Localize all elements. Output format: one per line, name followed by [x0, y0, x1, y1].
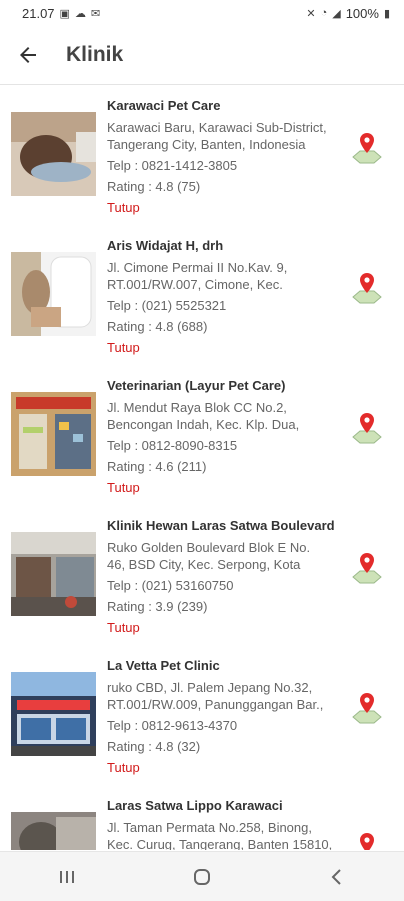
clinic-info: La Vetta Pet Clinic ruko CBD, Jl. Palem …	[107, 657, 347, 776]
clinic-rating: Rating : 4.8 (688)	[107, 319, 208, 334]
clinic-info: Klinik Hewan Laras Satwa Boulevard Ruko …	[107, 517, 347, 636]
map-pin-button[interactable]	[350, 551, 384, 585]
map-pin-icon	[360, 833, 374, 850]
clinic-address: Jl. Mendut Raya Blok CC No.2, Bencongan …	[107, 400, 300, 432]
clinic-status: Tutup	[107, 340, 140, 355]
clinic-rating: Rating : 3.9 (239)	[107, 599, 208, 614]
wifi-icon: ◔	[320, 7, 328, 19]
map-pin-icon	[352, 693, 382, 724]
clinic-photo	[11, 672, 96, 756]
clinic-phone: Telp : (021) 5525321	[107, 298, 227, 313]
clinic-address: Ruko Golden Boulevard Blok E No. 46, BSD…	[107, 540, 311, 572]
page-title: Klinik	[66, 43, 124, 66]
status-bar: 21.07 ▣ ☁ ✉ ✕ ◔ ◢ 100% ▮	[0, 0, 404, 26]
clinic-rating: Rating : 4.6 (211)	[107, 459, 207, 474]
status-left: 21.07 ▣ ☁ ✉	[22, 6, 100, 21]
clinic-phone: Telp : (021) 53160750	[107, 578, 234, 593]
back-nav-button[interactable]	[307, 857, 367, 897]
map-pin-button[interactable]	[350, 271, 384, 305]
clinic-rating: Rating : 4.8 (32)	[107, 739, 201, 754]
clinic-list-item[interactable]: Karawaci Pet Care Karawaci Baru, Karawac…	[0, 85, 404, 225]
clinic-info: Laras Satwa Lippo Karawaci Jl. Taman Per…	[107, 797, 347, 850]
clinic-status: Tutup	[107, 620, 140, 635]
clinic-photo	[11, 392, 96, 476]
map-pin-button[interactable]	[350, 691, 384, 725]
map-pin-icon	[352, 273, 382, 304]
map-pin-button[interactable]	[350, 131, 384, 165]
clinic-photo	[11, 812, 96, 850]
home-button[interactable]	[172, 857, 232, 897]
clinic-name: La Vetta Pet Clinic	[107, 658, 220, 673]
chevron-left-icon	[331, 868, 341, 885]
map-pin-button[interactable]	[350, 831, 384, 850]
battery-level: 100%	[345, 5, 379, 21]
clinic-address: Jl. Cimone Permai II No.Kav. 9, RT.001/R…	[107, 260, 288, 292]
clinic-address: Jl. Taman Permata No.258, Binong, Kec. C…	[107, 820, 333, 850]
clinic-name: Aris Widajat H, drh	[107, 238, 224, 253]
mail-icon: ✉	[90, 7, 101, 20]
signal-icon: ◢	[332, 7, 341, 20]
home-icon	[193, 868, 210, 885]
clinic-list-item[interactable]: Veterinarian (Layur Pet Care) Jl. Mendut…	[0, 365, 404, 505]
recents-button[interactable]	[37, 857, 97, 897]
clinic-name: Laras Satwa Lippo Karawaci	[107, 798, 283, 813]
clinic-info: Karawaci Pet Care Karawaci Baru, Karawac…	[107, 97, 347, 216]
clinic-name: Klinik Hewan Laras Satwa Boulevard	[107, 518, 335, 533]
map-pin-icon	[352, 553, 382, 584]
status-time: 21.07	[22, 5, 55, 21]
clinic-rating: Rating : 4.8 (75)	[107, 179, 201, 194]
back-button[interactable]	[0, 26, 56, 84]
clinic-photo	[11, 532, 96, 616]
map-pin-icon	[352, 413, 382, 444]
clinic-name: Veterinarian (Layur Pet Care)	[107, 378, 286, 393]
mute-icon: ✕	[306, 7, 316, 20]
status-right: ✕ ◔ ◢ 100% ▮	[306, 6, 390, 21]
map-pin-icon	[352, 133, 382, 164]
clinic-list-item[interactable]: La Vetta Pet Clinic ruko CBD, Jl. Palem …	[0, 645, 404, 785]
system-nav-bar	[0, 851, 404, 901]
clinic-status: Tutup	[107, 480, 140, 495]
clinic-list-item[interactable]: Aris Widajat H, drh Jl. Cimone Permai II…	[0, 225, 404, 365]
cloud-icon: ☁	[74, 7, 86, 20]
battery-icon: ▮	[383, 7, 390, 20]
clinic-status: Tutup	[107, 760, 140, 775]
gallery-icon: ▣	[59, 7, 70, 20]
clinic-phone: Telp : 0812-9613-4370	[107, 718, 238, 733]
clinic-photo	[11, 252, 96, 336]
clinic-address: Karawaci Baru, Karawaci Sub-District, Ta…	[107, 120, 327, 152]
clinic-phone: Telp : 0821-1412-3805	[107, 158, 238, 173]
clinic-list-item[interactable]: Laras Satwa Lippo Karawaci Jl. Taman Per…	[0, 785, 404, 850]
map-pin-button[interactable]	[350, 411, 384, 445]
clinic-name: Karawaci Pet Care	[107, 98, 221, 113]
clinic-address: ruko CBD, Jl. Palem Jepang No.32, RT.001…	[107, 680, 324, 712]
arrow-left-icon	[20, 47, 36, 63]
clinic-list: Karawaci Pet Care Karawaci Baru, Karawac…	[0, 85, 404, 850]
app-bar: Klinik	[0, 26, 404, 85]
clinic-list-item[interactable]: Klinik Hewan Laras Satwa Boulevard Ruko …	[0, 505, 404, 645]
recents-icon	[60, 870, 75, 883]
clinic-info: Veterinarian (Layur Pet Care) Jl. Mendut…	[107, 377, 347, 496]
clinic-status: Tutup	[107, 200, 140, 215]
clinic-info: Aris Widajat H, drh Jl. Cimone Permai II…	[107, 237, 347, 356]
clinic-photo	[11, 112, 96, 196]
clinic-phone: Telp : 0812-8090-8315	[107, 438, 238, 453]
